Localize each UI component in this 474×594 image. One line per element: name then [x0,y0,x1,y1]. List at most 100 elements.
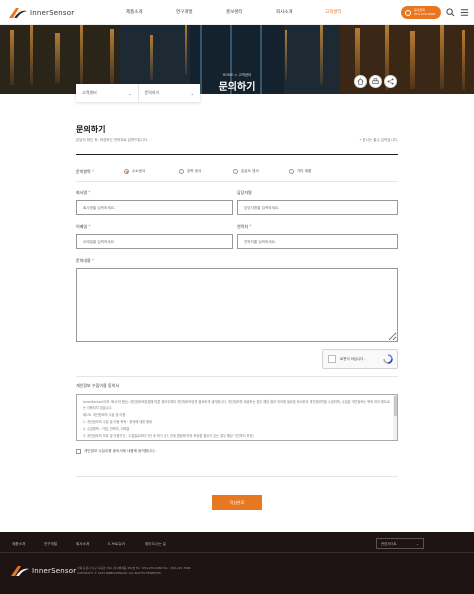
recaptcha-widget: 로봇이 아닙니다. [322,349,398,369]
footer-logo: InnerSensor [10,565,76,577]
form-title: 문의하기 [76,125,106,134]
print-icon [372,78,379,84]
recaptcha-label: 로봇이 아닙니다. [340,356,365,361]
radio-dot [289,169,294,174]
footer-divider [0,552,474,553]
content-label-text: 문의내용 [76,258,91,263]
subnav-label-page: 문의하기 [144,90,160,95]
home-icon [357,78,364,85]
phone-input[interactable] [237,234,398,249]
privacy-terms-box[interactable]: InnerSensor(이하 '회사'라 함)는 개인정보보호법에 따른 정보주… [76,394,398,441]
privacy-scrollbar[interactable] [393,395,397,440]
footer-logo-text: InnerSensor [32,567,77,575]
checkbox-box [76,449,81,454]
recaptcha-checkbox[interactable] [328,355,336,363]
content-label: 문의내용 * [76,258,94,264]
home-button[interactable] [354,75,367,88]
email-input[interactable] [76,234,233,249]
contact-phone-button[interactable]: 문의전화 054-270-0066 [401,6,441,19]
content-textarea[interactable] [76,268,398,342]
sub-navigation: 고객센터 ⌄ 문의하기 ⌄ [76,84,200,102]
chevron-down-icon: ⌄ [190,90,194,96]
privacy-paragraph: InnerSensor(이하 '회사'라 함)는 개인정보보호법에 따른 정보주… [83,400,390,410]
required-star: * [249,224,252,229]
footer-address: 경북 포항시 남구 지곡로 394, 제 2벤처동 301호 Tel : 054… [77,566,191,570]
logo[interactable]: InnerSensor [8,7,74,19]
divider [76,181,398,182]
nav-item-support[interactable]: 고객센터 [325,9,342,15]
footer-link-rnd[interactable]: 연구개발 [44,542,57,547]
radio-other-products[interactable]: 기타 제품 [289,169,311,174]
phone-icon [405,9,411,16]
radio-hydrogen-sensor[interactable]: 수소센서 [124,169,145,174]
footer-link-company[interactable]: 회사소개 [76,542,89,547]
nav-item-rnd[interactable]: 연구개발 [176,9,193,15]
radio-dot [124,169,129,174]
recaptcha-logo-icon [383,354,393,364]
subnav-label-category: 고객센터 [82,90,97,95]
email-label: 이메일 * [76,224,90,230]
radio-label: 온습도 센서 [241,169,259,173]
form-top-divider [76,154,398,155]
company-label: 회사명 * [76,190,90,196]
phone-label: 연락처 * [237,224,251,230]
manager-input[interactable] [237,200,398,215]
agree-label: 개인정보 수집이용 동의서에 내용에 동의합니다. [84,449,156,453]
subnav-dropdown-category[interactable]: 고객센터 ⌄ [76,84,139,102]
footer-link-directions[interactable]: 찾아오시는 길 [145,542,166,547]
manager-label: 담당자명 [237,190,252,195]
nav-item-company[interactable]: 회사소개 [276,9,293,15]
footer-link-products[interactable]: 제품소개 [12,542,25,547]
category-label: 문의항목 * [76,169,94,175]
privacy-title: 개인정보 수집이용 동의서 [76,383,120,388]
radio-dot [179,169,184,174]
footer-link-brochure[interactable]: E-브로슈어 [108,542,125,547]
submit-button[interactable]: 작성완료 [212,495,262,510]
nav-item-products[interactable]: 제품소개 [126,9,143,15]
category-label-text: 문의항목 [76,169,91,174]
family-site-label: 관련사이트 [381,542,397,546]
privacy-paragraph: 제1조. 개인정보의 수집 및 이용 [83,412,126,417]
hero-banner: HOME > 고객센터 문의하기 [0,25,474,94]
share-icon [387,78,394,85]
contact-number: 054-270-0066 [414,11,436,16]
divider [76,376,398,377]
radio-humidity-sensor[interactable]: 온습도 센서 [233,169,259,174]
radio-label: 수소센서 [132,169,146,173]
search-icon[interactable] [446,8,455,17]
radio-label: 압력 센서 [187,169,202,173]
radio-dot [233,169,238,174]
required-star: * [88,190,91,195]
company-input[interactable] [76,200,233,215]
footer-info: 경북 포항시 남구 지곡로 394, 제 2벤처동 301호 Tel : 054… [77,566,190,575]
page: InnerSensor 제품소개 연구개발 홍보센터 회사소개 고객센터 문의전… [0,0,474,594]
email-label-text: 이메일 [76,224,88,229]
contact-text: 문의전화 054-270-0066 [414,8,436,16]
required-note: * 표시는 필수 입력입니다. [359,138,398,142]
logo-mark-icon [11,566,29,576]
company-label-text: 회사명 [76,190,88,195]
nav-item-pr[interactable]: 홍보센터 [226,9,243,15]
site-header: InnerSensor 제품소개 연구개발 홍보센터 회사소개 고객센터 문의전… [0,0,474,25]
chevron-down-icon: ⌄ [128,90,132,96]
page-title: 문의하기 [218,82,256,93]
family-site-select[interactable]: 관련사이트 ⌄ [376,538,424,549]
required-star: * [88,224,91,229]
privacy-agree-checkbox[interactable]: 개인정보 수집이용 동의서에 내용에 동의합니다. [76,449,156,454]
divider [76,476,398,477]
menu-icon[interactable] [460,8,469,17]
chevron-down-icon: ⌄ [416,541,419,546]
scrollbar-thumb[interactable] [393,396,397,416]
radio-pressure-sensor[interactable]: 압력 센서 [179,169,201,174]
privacy-paragraph: 2. 수집항목 : 기업, 연락처, 이메일 [83,426,130,431]
phone-label-text: 연락처 [237,224,249,229]
required-star: * [92,258,95,263]
footer-copyright: COPYRIGHT © 2024 INNER-SENSOR. ALL RIGHT… [77,570,162,575]
logo-text: InnerSensor [30,9,75,17]
subnav-dropdown-page[interactable]: 문의하기 ⌄ [139,84,201,102]
required-star: * [92,169,95,174]
privacy-paragraph: 3. 개인정보의 보유 및 이용기간 : 수집일로부터 3년 후 파기 (단, … [83,433,254,438]
logo-mark-icon [9,8,27,18]
print-button[interactable] [369,75,382,88]
share-button[interactable] [384,75,397,88]
